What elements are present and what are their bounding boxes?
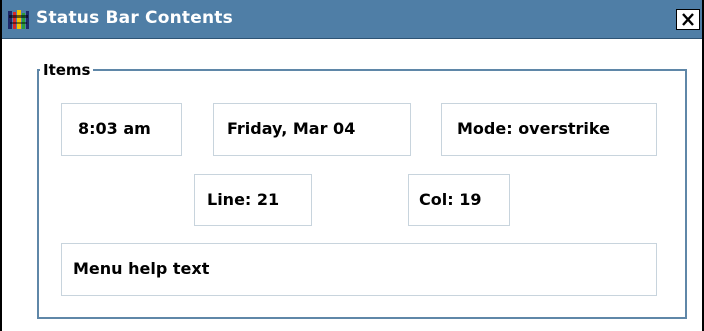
mode-item[interactable]: Mode: overstrike bbox=[441, 103, 657, 156]
col-item[interactable]: Col: 19 bbox=[408, 174, 510, 226]
time-item-label: 8:03 am bbox=[78, 119, 151, 138]
items-group-label: Items bbox=[40, 62, 94, 78]
date-item[interactable]: Friday, Mar 04 bbox=[213, 103, 411, 156]
title-bar[interactable]: Status Bar Contents bbox=[2, 0, 702, 39]
line-item[interactable]: Line: 21 bbox=[194, 174, 312, 226]
time-item[interactable]: 8:03 am bbox=[61, 103, 182, 156]
close-button[interactable] bbox=[676, 9, 700, 30]
menu-help-text-label: Menu help text bbox=[73, 259, 210, 278]
application-icon[interactable] bbox=[7, 9, 30, 31]
status-bar-contents-window: Status Bar Contents Items 8:03 am Friday… bbox=[0, 0, 704, 331]
window-title: Status Bar Contents bbox=[36, 8, 233, 28]
col-item-label: Col: 19 bbox=[419, 190, 482, 209]
date-item-label: Friday, Mar 04 bbox=[227, 119, 356, 138]
mode-item-label: Mode: overstrike bbox=[457, 119, 610, 138]
menu-help-text-item[interactable]: Menu help text bbox=[61, 243, 657, 296]
close-icon bbox=[682, 13, 694, 26]
line-item-label: Line: 21 bbox=[207, 190, 280, 209]
